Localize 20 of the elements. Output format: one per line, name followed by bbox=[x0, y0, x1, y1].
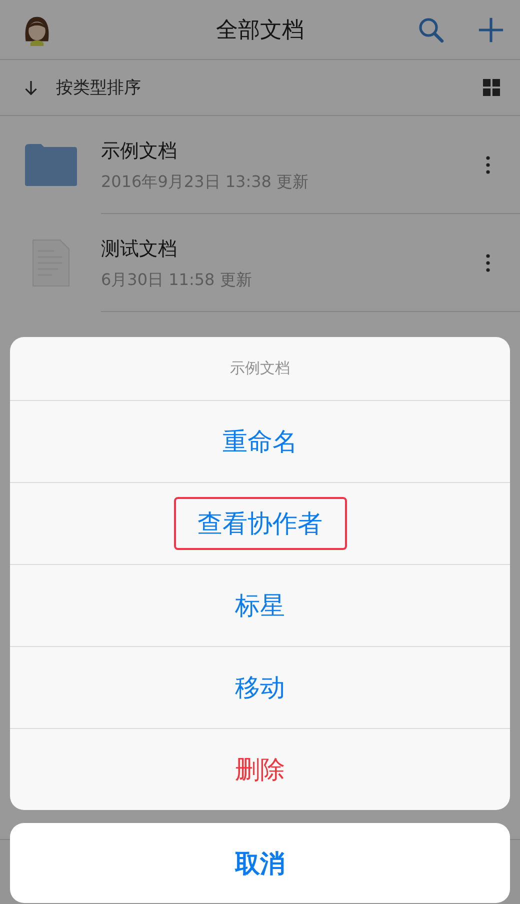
action-button[interactable]: 删除 bbox=[211, 743, 309, 796]
page-title: 全部文档 bbox=[216, 16, 304, 44]
arrow-down-icon[interactable] bbox=[24, 80, 38, 96]
document-name[interactable]: 测试文档 bbox=[101, 236, 486, 262]
cancel-button[interactable]: 取消 bbox=[10, 823, 510, 903]
action-button[interactable]: 标星 bbox=[211, 579, 309, 632]
more-icon[interactable] bbox=[486, 254, 490, 272]
updated-time: 2016年9月23日 13:38 更新 bbox=[101, 172, 310, 192]
more-icon[interactable] bbox=[486, 156, 490, 174]
updated-time: 6月30日 11:58 更新 bbox=[101, 270, 253, 290]
sort-label[interactable]: 按类型排序 bbox=[56, 76, 141, 99]
search-icon[interactable] bbox=[418, 16, 444, 42]
action-button[interactable]: 重命名 bbox=[198, 415, 322, 468]
grid-view-icon[interactable] bbox=[483, 79, 500, 96]
action-button[interactable]: 查看协作者 bbox=[174, 497, 346, 550]
action-button[interactable]: 移动 bbox=[211, 661, 309, 714]
folder-icon bbox=[24, 144, 76, 186]
document-name[interactable]: 示例文档 bbox=[101, 138, 486, 164]
sheet-title: 示例文档 bbox=[10, 337, 510, 401]
add-icon[interactable] bbox=[478, 16, 504, 42]
